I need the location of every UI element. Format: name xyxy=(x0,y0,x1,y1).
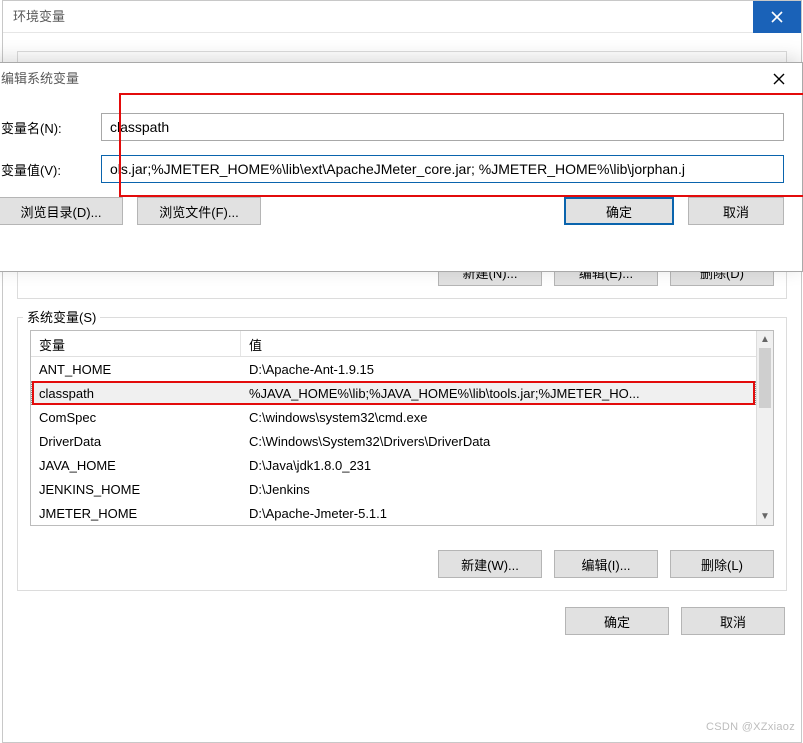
scroll-thumb[interactable] xyxy=(759,348,771,408)
row-value: C:\Windows\System32\Drivers\DriverData xyxy=(241,434,756,449)
var-value-input[interactable] xyxy=(101,155,784,183)
sys-edit-button[interactable]: 编辑(I)... xyxy=(554,550,658,578)
browse-dir-button[interactable]: 浏览目录(D)... xyxy=(0,197,123,225)
scroll-down-icon[interactable]: ▼ xyxy=(757,508,773,525)
edit-sysvar-window: 编辑系统变量 变量名(N): 变量值(V): 浏览目录(D)... 浏览文件(F… xyxy=(0,62,803,272)
table-row[interactable]: JAVA_HOMED:\Java\jdk1.8.0_231 xyxy=(31,453,756,477)
row-value: D:\Apache-Jmeter-5.1.1 xyxy=(241,506,756,521)
row-value: C:\windows\system32\cmd.exe xyxy=(241,410,756,425)
table-row[interactable]: ComSpecC:\windows\system32\cmd.exe xyxy=(31,405,756,429)
table-row[interactable]: classpath%JAVA_HOME%\lib;%JAVA_HOME%\lib… xyxy=(31,381,756,405)
row-value: D:\Java\jdk1.8.0_231 xyxy=(241,458,756,473)
row-name: ANT_HOME xyxy=(31,362,241,377)
row-name: classpath xyxy=(31,386,241,401)
listview-header: 变量 值 xyxy=(31,331,773,357)
table-row[interactable]: ANT_HOMED:\Apache-Ant-1.9.15 xyxy=(31,357,756,381)
var-value-label: 变量值(V): xyxy=(0,160,91,179)
scroll-up-icon[interactable]: ▲ xyxy=(757,331,773,348)
row-name: DriverData xyxy=(31,434,241,449)
window-title: 环境变量 xyxy=(13,1,753,33)
edit-window-title: 编辑系统变量 xyxy=(1,63,756,95)
row-value: %JAVA_HOME%\lib;%JAVA_HOME%\lib\tools.ja… xyxy=(241,386,756,401)
row-name: JMETER_HOME xyxy=(31,506,241,521)
var-name-input[interactable] xyxy=(101,113,784,141)
env-cancel-button[interactable]: 取消 xyxy=(681,607,785,635)
row-name: JAVA_HOME xyxy=(31,458,241,473)
sys-delete-button[interactable]: 删除(L) xyxy=(670,550,774,578)
env-ok-button[interactable]: 确定 xyxy=(565,607,669,635)
close-icon[interactable] xyxy=(753,1,801,33)
row-value: D:\Apache-Ant-1.9.15 xyxy=(241,362,756,377)
table-row[interactable]: JMETER_HOMED:\Apache-Jmeter-5.1.1 xyxy=(31,501,756,525)
browse-file-button[interactable]: 浏览文件(F)... xyxy=(137,197,261,225)
row-name: JENKINS_HOME xyxy=(31,482,241,497)
edit-cancel-button[interactable]: 取消 xyxy=(688,197,784,225)
edit-ok-button[interactable]: 确定 xyxy=(564,197,674,225)
sys-new-button[interactable]: 新建(W)... xyxy=(438,550,542,578)
row-value: D:\Jenkins xyxy=(241,482,756,497)
col-header-name[interactable]: 变量 xyxy=(31,331,241,356)
row-name: ComSpec xyxy=(31,410,241,425)
titlebar-back: 环境变量 xyxy=(3,1,801,33)
table-row[interactable]: JENKINS_HOMED:\Jenkins xyxy=(31,477,756,501)
table-row[interactable]: DriverDataC:\Windows\System32\Drivers\Dr… xyxy=(31,429,756,453)
titlebar-front: 编辑系统变量 xyxy=(0,63,802,95)
system-vars-label: 系统变量(S) xyxy=(23,307,100,326)
system-vars-group: 系统变量(S) 变量 值 ANT_HOMED:\Apache-Ant-1.9.1… xyxy=(17,317,787,591)
vertical-scrollbar[interactable]: ▲ ▼ xyxy=(756,331,773,525)
col-header-value[interactable]: 值 xyxy=(241,331,773,356)
close-icon[interactable] xyxy=(756,63,802,95)
system-vars-listview[interactable]: 变量 值 ANT_HOMED:\Apache-Ant-1.9.15classpa… xyxy=(30,330,774,526)
var-name-label: 变量名(N): xyxy=(0,118,91,137)
